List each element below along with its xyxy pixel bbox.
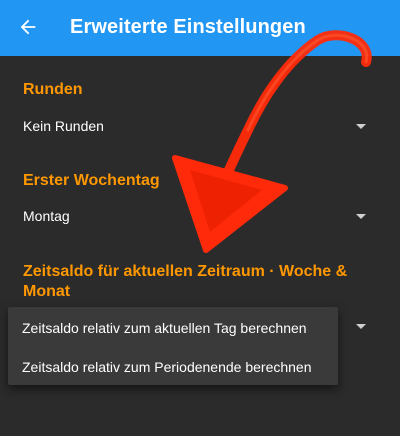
dropdown-menu: Zeitsaldo relativ zum aktuellen Tag bere…: [8, 307, 338, 385]
dropdown-option-label: Zeitsaldo relativ zum aktuellen Tag bere…: [22, 320, 307, 336]
back-button[interactable]: [10, 9, 46, 45]
section-title-runden: Runden: [23, 81, 83, 98]
arrow-left-icon: [20, 19, 36, 35]
dropdown-option-label: Zeitsaldo relativ zum Periodenende berec…: [22, 359, 312, 375]
page-title: Erweiterte Einstellungen: [70, 16, 306, 38]
chevron-down-icon: [356, 214, 366, 219]
section-title-zeitsaldo-line2: Monat: [23, 283, 71, 300]
select-runden[interactable]: Kein Runden: [0, 112, 400, 142]
select-erster-wochentag-value: Montag: [23, 208, 70, 224]
section-title-erster-wochentag: Erster Wochentag: [23, 172, 160, 189]
section-title-zeitsaldo-line1: Zeitsaldo für aktuellen Zeitraum · Woche…: [23, 263, 348, 280]
chevron-down-icon: [356, 324, 366, 329]
section-title-zeitsaldo: Zeitsaldo für aktuellen Zeitraum · Woche…: [23, 262, 347, 302]
dropdown-option-aktueller-tag[interactable]: Zeitsaldo relativ zum aktuellen Tag bere…: [8, 309, 338, 345]
select-erster-wochentag[interactable]: Montag: [0, 202, 400, 232]
app-bar: Erweiterte Einstellungen: [0, 0, 400, 56]
chevron-down-icon: [356, 124, 366, 129]
dropdown-option-periodenende[interactable]: Zeitsaldo relativ zum Periodenende berec…: [8, 348, 338, 384]
select-runden-value: Kein Runden: [23, 118, 104, 134]
